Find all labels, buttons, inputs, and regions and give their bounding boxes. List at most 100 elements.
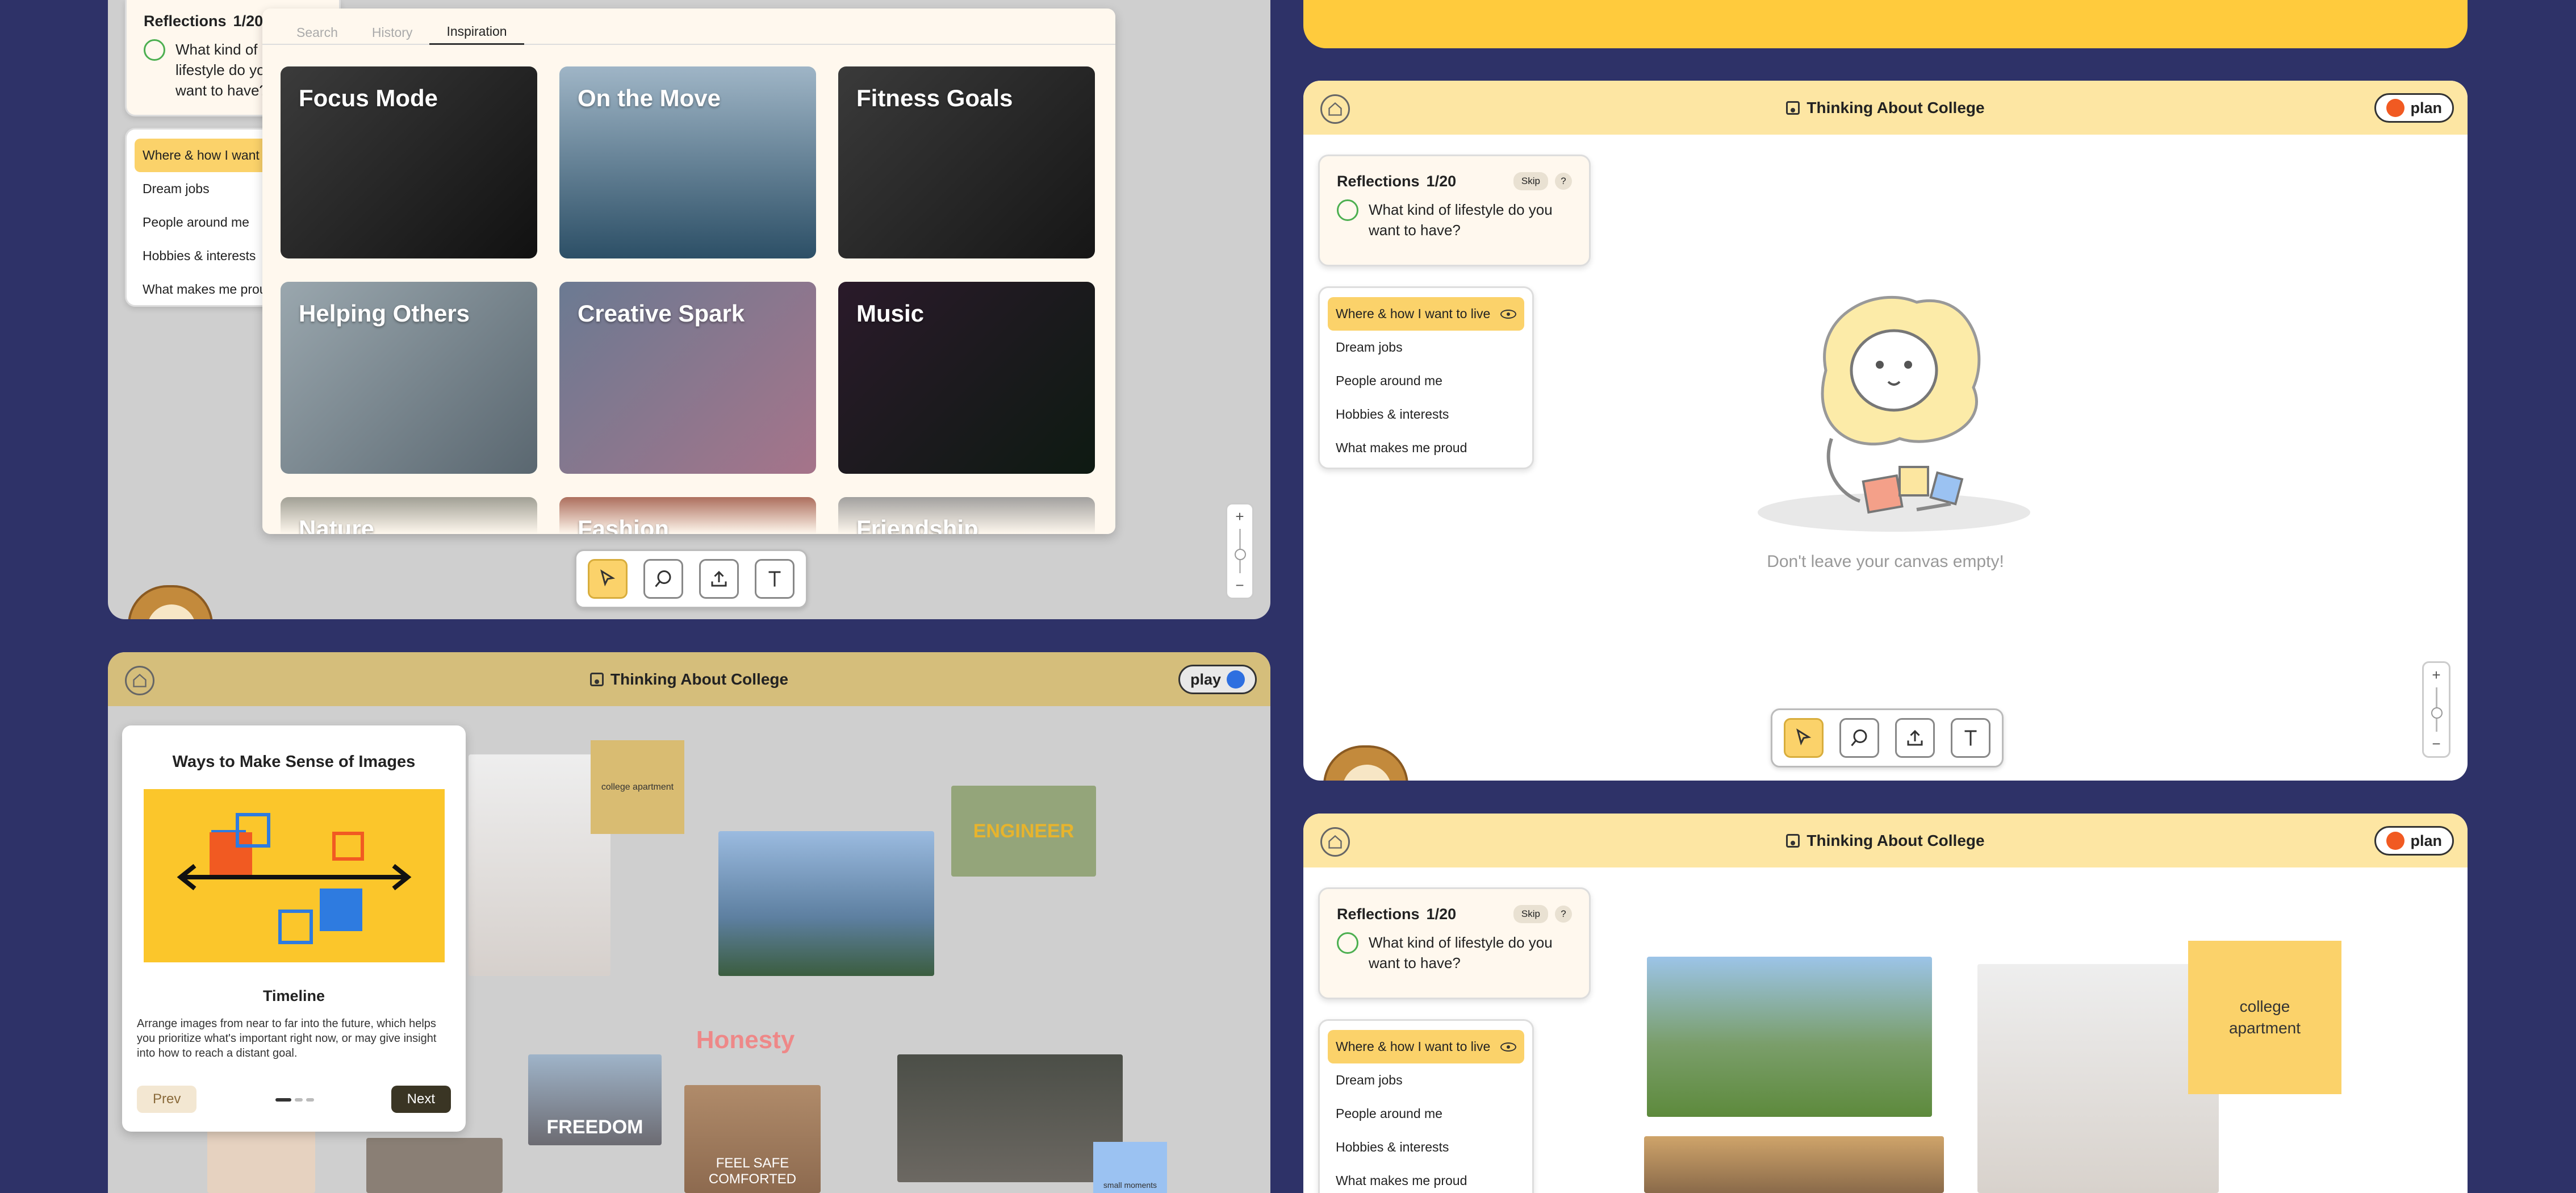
text-icon <box>768 571 781 587</box>
search-tool-button[interactable] <box>1839 718 1879 758</box>
text-tool-button[interactable] <box>755 559 794 599</box>
eye-icon[interactable] <box>1500 1042 1516 1052</box>
tile-label: Friendship <box>856 515 978 534</box>
mode-toggle-button[interactable]: plan <box>2374 826 2454 856</box>
photo-feel-safe[interactable]: FEEL SAFE COMFORTED <box>684 1085 821 1193</box>
mode-toggle-button[interactable]: plan <box>2374 93 2454 123</box>
reflections-title: Reflections <box>1337 905 1420 923</box>
menu-item-people[interactable]: People around me <box>1328 364 1524 398</box>
photo-group[interactable] <box>366 1138 503 1193</box>
board-icon <box>1786 101 1800 115</box>
tab-search[interactable]: Search <box>279 20 355 45</box>
select-tool-button[interactable] <box>588 559 628 599</box>
zoom-in-button[interactable]: + <box>2432 666 2440 684</box>
board-icon <box>1786 833 1800 848</box>
upload-tool-button[interactable] <box>1895 718 1935 758</box>
app-header: Thinking About College play <box>108 652 1270 706</box>
tile-fitness-goals[interactable]: Fitness Goals <box>838 66 1095 258</box>
check-circle-icon[interactable] <box>144 39 165 61</box>
photo-living-room[interactable] <box>469 754 610 976</box>
help-button[interactable]: ? <box>1555 906 1572 923</box>
check-circle-icon[interactable] <box>1337 932 1358 954</box>
menu-item-label: Where & how I want to live <box>1336 306 1491 321</box>
photo-house[interactable] <box>1644 1136 1944 1193</box>
guide-heading: Ways to Make Sense of Images <box>172 753 416 771</box>
tile-label: Fashion <box>578 515 670 534</box>
prev-button[interactable]: Prev <box>137 1086 197 1113</box>
next-button[interactable]: Next <box>391 1086 451 1113</box>
check-circle-icon[interactable] <box>1337 199 1358 221</box>
tab-inspiration[interactable]: Inspiration <box>429 20 524 45</box>
skip-button[interactable]: Skip <box>1513 905 1548 923</box>
menu-item-hobbies[interactable]: Hobbies & interests <box>1328 1131 1524 1164</box>
zoom-out-button[interactable]: − <box>1235 577 1244 594</box>
photo-graduation[interactable] <box>897 1054 1123 1182</box>
timeline-diagram <box>177 813 412 944</box>
sticky-note[interactable]: college apartment <box>591 740 684 834</box>
reflections-card: Reflections 1/20 Skip? What kind of lifest… <box>1318 887 1591 999</box>
photo-honesty[interactable]: Honesty <box>687 1007 804 1073</box>
menu-item-hobbies[interactable]: Hobbies & interests <box>1328 398 1524 431</box>
photo-crafts[interactable] <box>207 1124 315 1193</box>
menu-item-proud[interactable]: What makes me proud <box>1328 431 1524 465</box>
zoom-in-button[interactable]: + <box>1235 508 1244 525</box>
tile-label: Fitness Goals <box>856 85 1013 111</box>
tile-label: Focus Mode <box>299 85 438 111</box>
inspiration-popup: Search History Inspiration Focus Mode On… <box>262 9 1115 534</box>
help-button[interactable]: ? <box>1555 173 1572 190</box>
upload-tool-button[interactable] <box>699 559 739 599</box>
sticky-note[interactable]: college apartment <box>2188 941 2341 1094</box>
category-menu: Where & how I want to live Dream jobs Pe… <box>1318 286 1534 469</box>
upload-icon <box>1907 729 1923 746</box>
mode-label: plan <box>2410 832 2442 849</box>
photo-landscape[interactable] <box>1647 957 1932 1117</box>
mode-toggle-button[interactable]: play <box>1178 665 1257 694</box>
zoom-control[interactable]: + − <box>1226 503 1254 599</box>
board-title: Thinking About College <box>1786 831 1985 850</box>
board-icon <box>589 672 604 686</box>
menu-item-dream-jobs[interactable]: Dream jobs <box>1328 331 1524 364</box>
canvas-panel-empty: Thinking About College plan Reflections 1… <box>1303 81 2468 781</box>
tile-on-the-move[interactable]: On the Move <box>559 66 816 258</box>
mode-dot-icon <box>2386 832 2405 850</box>
zoom-slider[interactable] <box>2431 687 2443 732</box>
zoom-slider[interactable] <box>1234 529 1246 573</box>
eye-icon[interactable] <box>1500 309 1516 319</box>
mode-label: plan <box>2410 99 2442 116</box>
zoom-out-button[interactable]: − <box>2432 735 2440 753</box>
skip-button[interactable]: Skip <box>1513 172 1548 190</box>
mascot-icon <box>1323 745 1408 781</box>
tile-helping-others[interactable]: Helping Others <box>281 282 537 474</box>
menu-item-label: Where & how I want to live <box>1336 1039 1491 1054</box>
popup-tabs: Search History Inspiration <box>262 9 1115 45</box>
tile-creative-spark[interactable]: Creative Spark <box>559 282 816 474</box>
guide-subtitle: Timeline <box>262 987 325 1004</box>
search-tool-button[interactable] <box>643 559 683 599</box>
home-button[interactable] <box>1320 827 1350 857</box>
board-title-text: Thinking About College <box>1806 831 1985 849</box>
menu-item-people[interactable]: People around me <box>1328 1097 1524 1131</box>
menu-item-dream-jobs[interactable]: Dream jobs <box>1328 1063 1524 1097</box>
reflections-count: 1/20 <box>1426 172 1457 190</box>
scroll-fade <box>262 489 1115 534</box>
menu-item-proud[interactable]: What makes me proud <box>1328 1164 1524 1193</box>
tile-label: Creative Spark <box>578 300 745 327</box>
menu-item-where-live[interactable]: Where & how I want to live <box>1328 297 1524 331</box>
select-tool-button[interactable] <box>1784 718 1824 758</box>
tile-focus-mode[interactable]: Focus Mode <box>281 66 537 258</box>
text-tool-button[interactable] <box>1951 718 1990 758</box>
tab-history[interactable]: History <box>355 20 430 45</box>
menu-item-where-live[interactable]: Where & how I want to live <box>1328 1030 1524 1063</box>
photo-living-room[interactable] <box>1977 964 2219 1193</box>
photo-solar-wind[interactable] <box>718 831 934 976</box>
photo-freedom[interactable]: FREEDOM <box>528 1054 662 1145</box>
tile-music[interactable]: Music <box>838 282 1095 474</box>
sticky-note-blue[interactable]: small moments <box>1093 1142 1167 1193</box>
zoom-control[interactable]: + − <box>2422 661 2450 758</box>
home-button[interactable] <box>1320 94 1350 124</box>
panel-edge-yellow <box>1303 0 2468 48</box>
board-title-text: Thinking About College <box>610 670 789 688</box>
photo-engineer[interactable]: ENGINEER <box>951 786 1096 877</box>
home-button[interactable] <box>125 666 154 695</box>
app-header: Thinking About College plan <box>1303 814 2468 867</box>
